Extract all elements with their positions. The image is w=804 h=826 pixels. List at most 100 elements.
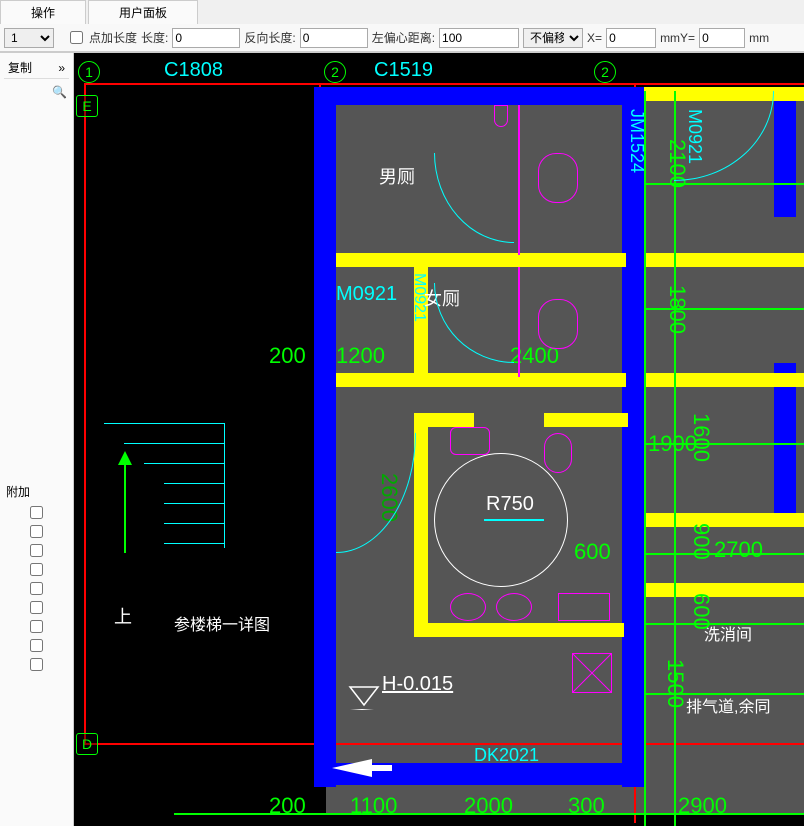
toilet-female xyxy=(538,299,578,349)
dim-1200: 1200 xyxy=(336,343,385,369)
level-triangle xyxy=(344,685,384,711)
wall-blue xyxy=(622,87,644,787)
txt-level: H-0.015 xyxy=(382,673,453,696)
chevron-right-icon: » xyxy=(58,61,65,75)
ref-c1519: C1519 xyxy=(374,59,433,82)
wall-y xyxy=(644,513,804,527)
wall-y xyxy=(644,253,804,267)
sink2 xyxy=(450,593,486,621)
drain-x xyxy=(572,653,612,693)
rev-input[interactable] xyxy=(300,28,368,48)
dim-300: 300 xyxy=(568,793,605,819)
dim-2000: 2000 xyxy=(464,793,513,819)
wall-y xyxy=(644,583,804,597)
y-input[interactable] xyxy=(699,28,745,48)
wall-y xyxy=(414,413,474,427)
unit-label: mm xyxy=(749,31,769,45)
axis-2b: 2 xyxy=(594,61,616,83)
dim-600b: 600 xyxy=(574,539,611,565)
chk-add-length[interactable] xyxy=(70,31,83,44)
copy-button[interactable]: 复制 » xyxy=(4,57,69,79)
left-input[interactable] xyxy=(439,28,519,48)
wc xyxy=(544,433,572,473)
toilet-male xyxy=(538,153,578,203)
len-input[interactable] xyxy=(172,28,240,48)
axis-d: D xyxy=(76,733,98,755)
dim-200a: 200 xyxy=(269,343,306,369)
tab-user-panel[interactable]: 用户面板 xyxy=(88,0,198,24)
x-label: X= xyxy=(587,31,602,45)
ref-m0921: M0921 xyxy=(336,283,397,306)
side-panel: 复制 » 🔍 附加 xyxy=(0,53,74,826)
stair xyxy=(104,423,224,424)
cb6[interactable] xyxy=(12,601,61,614)
left-label: 左偏心距离: xyxy=(372,29,435,46)
sink3 xyxy=(496,593,532,621)
x-input[interactable] xyxy=(606,28,656,48)
stair xyxy=(164,483,224,484)
tab-operation[interactable]: 操作 xyxy=(0,0,86,24)
up-arrow xyxy=(124,453,126,553)
section-arrow xyxy=(332,759,392,777)
offset-select[interactable]: 不偏移 xyxy=(523,28,583,48)
wall-y xyxy=(336,253,626,267)
dim-600: 600 xyxy=(688,593,714,630)
cb7[interactable] xyxy=(12,620,61,633)
y-label: mmY= xyxy=(660,31,695,45)
cb1[interactable] xyxy=(12,506,61,519)
attach-label: 附加 xyxy=(4,481,69,502)
partition xyxy=(518,267,520,377)
ref-c1808: C1808 xyxy=(164,59,223,82)
cb2[interactable] xyxy=(12,525,61,538)
axis-e: E xyxy=(76,95,98,117)
cb3[interactable] xyxy=(12,544,61,557)
stair xyxy=(164,523,224,524)
txt-stair: 参楼梯一详图 xyxy=(174,611,270,635)
radius-arrow xyxy=(484,519,544,521)
ref-jm: JM1524 xyxy=(626,109,647,173)
cb9[interactable] xyxy=(12,658,61,671)
dim-1500: 1500 xyxy=(662,659,688,708)
wall-blue xyxy=(314,87,336,787)
dim-1100: 1100 xyxy=(350,793,397,819)
dim-900: 900 xyxy=(688,523,714,560)
rev-label: 反向长度: xyxy=(244,29,295,46)
cb5[interactable] xyxy=(12,582,61,595)
wall-y xyxy=(336,373,626,387)
grid-line xyxy=(644,91,646,826)
cb4[interactable] xyxy=(12,563,61,576)
dim-2900: 2900 xyxy=(678,793,727,819)
ref-dk2021: DK2021 xyxy=(474,745,539,766)
urinal xyxy=(494,105,508,127)
dropdown-1[interactable]: 1 xyxy=(4,28,54,48)
red-line xyxy=(84,83,86,743)
cb8[interactable] xyxy=(12,639,61,652)
txt-duct: 排气道,余同 xyxy=(686,693,770,717)
len-label: 长度: xyxy=(141,29,168,46)
dim-2700: 2700 xyxy=(714,537,763,563)
sink1 xyxy=(450,427,490,455)
search-icon[interactable]: 🔍 xyxy=(52,85,67,99)
stair xyxy=(144,463,224,464)
dim-1800: 1800 xyxy=(664,285,690,334)
wall-y xyxy=(414,413,428,633)
wall-blue xyxy=(774,87,796,217)
up-arrowhead xyxy=(118,451,132,465)
axis-1: 1 xyxy=(78,61,100,83)
wall-y xyxy=(644,373,804,387)
wall-blue xyxy=(314,87,644,105)
stair-vert xyxy=(224,423,225,548)
wall-y xyxy=(544,413,628,427)
grid-line xyxy=(674,91,676,826)
chk-label: 点加长度 xyxy=(89,29,137,46)
partition xyxy=(518,105,520,255)
red-line xyxy=(84,743,804,745)
red-line xyxy=(84,83,804,85)
cad-canvas[interactable]: 1 2 2 E D C1808 C1519 M0921 M0921 JM1524… xyxy=(74,53,804,826)
stair xyxy=(164,543,224,544)
wall-y xyxy=(414,623,624,637)
dim-1600: 1600 xyxy=(688,413,714,462)
axis-2: 2 xyxy=(324,61,346,83)
room-male: 男厕 xyxy=(379,163,415,189)
stair xyxy=(164,503,224,504)
